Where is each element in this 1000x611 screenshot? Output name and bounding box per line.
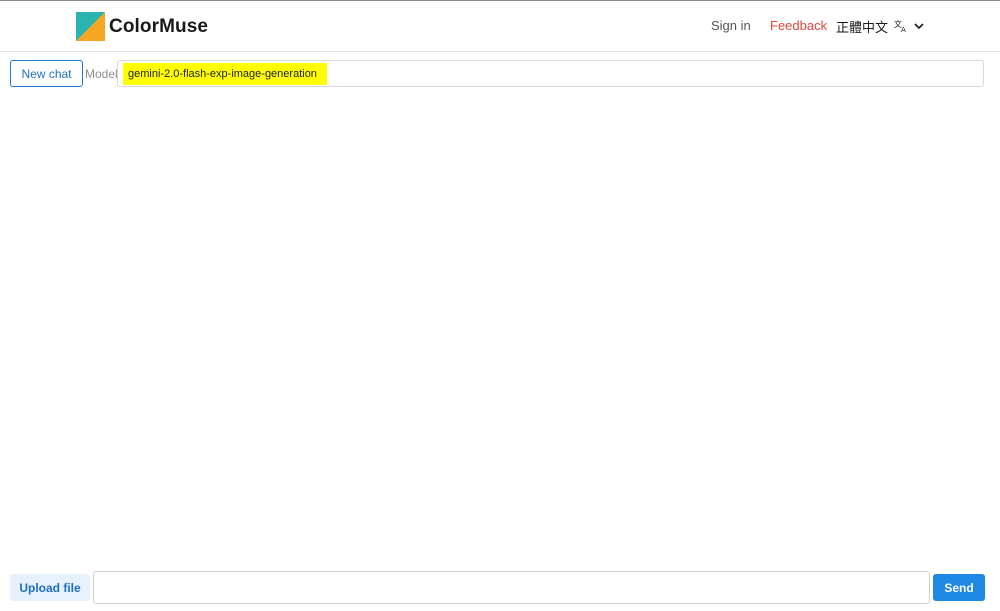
app-page: ColorMuse Sign in Feedback 正體中文 文 A New … xyxy=(0,0,1000,611)
language-selector[interactable]: 正體中文 文 A xyxy=(836,16,924,36)
model-selector[interactable]: gemini-2.0-flash-exp-image-generation xyxy=(117,60,984,87)
brand[interactable]: ColorMuse xyxy=(76,12,208,41)
language-label: 正體中文 xyxy=(836,19,889,35)
top-header: ColorMuse Sign in Feedback 正體中文 文 A xyxy=(0,1,1000,52)
svg-text:A: A xyxy=(901,26,906,33)
model-label: Model xyxy=(85,67,118,81)
colormuse-logo-icon xyxy=(76,12,105,41)
upload-file-button[interactable]: Upload file xyxy=(10,574,90,601)
new-chat-button[interactable]: New chat xyxy=(10,60,83,87)
send-button[interactable]: Send xyxy=(933,574,985,601)
translate-icon: 文 A xyxy=(894,19,906,33)
model-value: gemini-2.0-flash-exp-image-generation xyxy=(123,63,327,85)
message-input[interactable] xyxy=(93,571,930,604)
brand-name: ColorMuse xyxy=(109,15,209,37)
chevron-down-icon xyxy=(914,23,924,30)
sign-in-link[interactable]: Sign in xyxy=(711,18,751,33)
feedback-link[interactable]: Feedback xyxy=(770,18,827,33)
